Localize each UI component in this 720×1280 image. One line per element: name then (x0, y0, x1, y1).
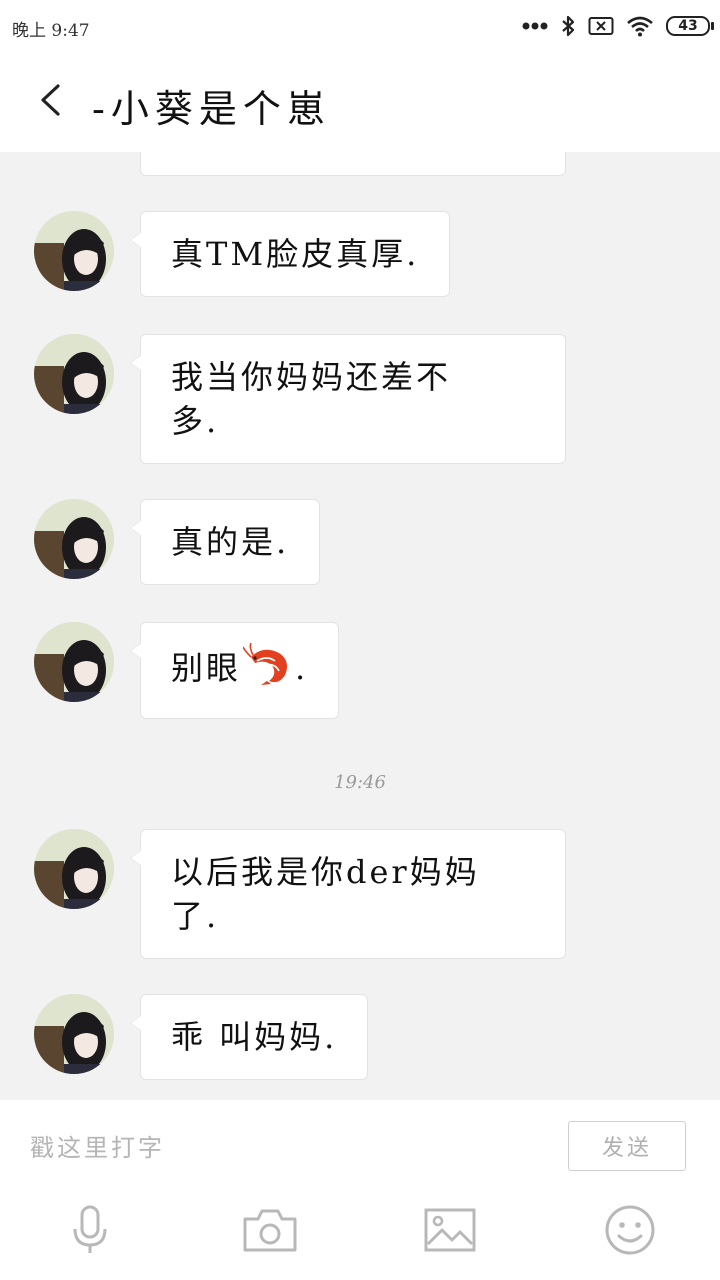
microphone-icon (70, 1205, 110, 1259)
image-button[interactable] (420, 1204, 480, 1260)
composer: 发送 (0, 1100, 720, 1280)
status-icons: 43 (522, 12, 714, 40)
microphone-button[interactable] (60, 1204, 120, 1260)
wifi-icon (626, 15, 654, 37)
back-arrow-icon (38, 83, 62, 121)
send-button[interactable]: 发送 (568, 1121, 686, 1171)
avatar[interactable] (34, 622, 114, 702)
back-button[interactable] (28, 76, 72, 128)
camera-icon (242, 1207, 298, 1257)
timestamp: 19:46 (334, 772, 386, 793)
message-input[interactable] (30, 1126, 530, 1170)
camera-button[interactable] (240, 1204, 300, 1260)
message-bubble[interactable]: 以后我是你der妈妈 了. (130, 829, 566, 959)
message-bubble[interactable]: 真TM脸皮真厚. (129, 211, 451, 297)
status-time: 晚上 9:47 (12, 21, 90, 41)
status-bar: 晚上 9:47 43 (0, 0, 720, 52)
message-bubble[interactable]: 我当你妈妈还差不 多. (130, 334, 566, 464)
battery-icon: 43 (666, 16, 714, 36)
avatar[interactable] (34, 994, 114, 1074)
message-text-line: 多. (171, 402, 220, 440)
avatar[interactable] (34, 499, 114, 579)
shrimp-emoji-icon (242, 642, 293, 698)
message-bubble[interactable]: 乖 叫妈妈. (129, 994, 369, 1080)
signal-dots-icon (522, 21, 548, 31)
message-text: 别眼 (171, 649, 242, 687)
message-bubble-partial[interactable] (140, 152, 566, 176)
message-text-line: 以后我是你der妈妈 (171, 853, 480, 891)
message-text-line: 我当你妈妈还差不 (171, 358, 452, 396)
avatar[interactable] (34, 211, 114, 291)
message-text: 乖 叫妈妈. (171, 1018, 338, 1056)
image-icon (424, 1208, 476, 1256)
page-title: -小葵是个崽 (92, 87, 331, 131)
sim-off-icon (588, 16, 614, 36)
message-bubble[interactable]: 别眼 . (129, 622, 340, 719)
emoji-icon (604, 1204, 656, 1260)
message-text-line: 了. (171, 897, 220, 935)
bluetooth-icon (560, 14, 576, 38)
composer-toolbar (0, 1200, 720, 1264)
avatar[interactable] (34, 334, 114, 414)
message-bubble[interactable]: 真的是. (129, 499, 321, 585)
message-text: . (295, 649, 309, 687)
emoji-button[interactable] (600, 1204, 660, 1260)
avatar[interactable] (34, 829, 114, 909)
chat-list[interactable]: 真TM脸皮真厚. 我当你妈妈还差不 多. 真的是. 别眼 . 19:46 以后我… (0, 152, 720, 1100)
message-text: 真TM脸皮真厚. (171, 235, 420, 273)
message-text: 真的是. (171, 523, 290, 561)
chat-header: -小葵是个崽 (0, 52, 720, 152)
